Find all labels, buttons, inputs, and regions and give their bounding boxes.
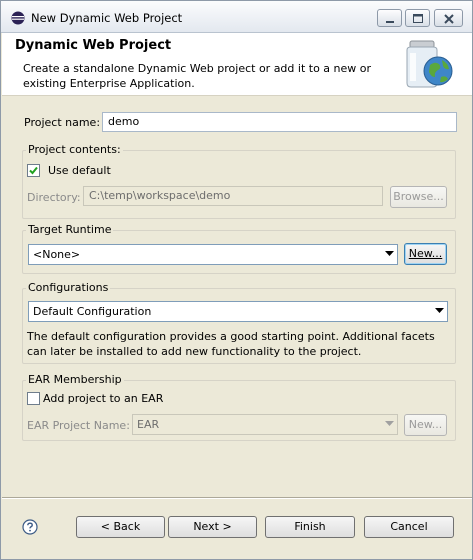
page-description: Create a standalone Dynamic Web project … [23, 62, 372, 90]
use-default-checkbox[interactable] [27, 164, 40, 177]
project-name-label: Project name: [24, 116, 101, 129]
page-title: Dynamic Web Project [15, 38, 172, 53]
new-runtime-button[interactable]: New... [404, 243, 447, 265]
maximize-button[interactable] [405, 9, 430, 27]
new-ear-button[interactable]: New... [404, 414, 447, 436]
window-title: New Dynamic Web Project [31, 11, 183, 25]
add-to-ear-checkbox[interactable] [27, 392, 40, 405]
help-icon[interactable] [22, 519, 38, 535]
add-to-ear-label: Add project to an EAR [43, 392, 164, 405]
footer-separator [2, 497, 472, 499]
project-contents-title: Project contents: [26, 143, 123, 156]
ear-project-name-label: EAR Project Name: [27, 419, 130, 432]
configuration-select[interactable]: Default Configuration [28, 301, 448, 322]
configuration-value: Default Configuration [33, 305, 152, 318]
next-button[interactable]: Next > [168, 516, 257, 538]
title-bar[interactable]: New Dynamic Web Project [1, 1, 472, 33]
finish-button[interactable]: Finish [265, 516, 355, 538]
chevron-down-icon [435, 308, 444, 313]
ear-project-value: EAR [137, 418, 160, 431]
project-name-input[interactable]: demo [102, 112, 457, 132]
maximize-icon [413, 14, 423, 23]
wizard-window: New Dynamic Web Project Dynamic Web Proj… [0, 0, 473, 560]
chevron-down-icon [385, 421, 394, 426]
minimize-icon [386, 21, 394, 23]
web-project-jar-globe-icon [406, 40, 453, 88]
configurations-title: Configurations [26, 281, 111, 294]
finish-label: Finish [294, 520, 326, 533]
directory-input[interactable]: C:\temp\workspace\demo [83, 186, 383, 206]
use-default-label: Use default [48, 164, 111, 177]
back-label: < Back [100, 520, 141, 533]
minimize-button[interactable] [377, 9, 402, 27]
close-icon [444, 14, 454, 24]
close-button[interactable] [434, 9, 463, 27]
next-label: Next > [193, 520, 232, 533]
back-button[interactable]: < Back [76, 516, 165, 538]
eclipse-icon [11, 11, 25, 25]
ear-membership-title: EAR Membership [26, 373, 124, 386]
browse-button[interactable]: Browse... [390, 186, 447, 208]
directory-label: Directory: [27, 191, 81, 204]
cancel-button[interactable]: Cancel [364, 516, 454, 538]
project-contents-group [22, 150, 456, 219]
cancel-label: Cancel [390, 520, 428, 533]
target-runtime-value: <None> [33, 248, 81, 261]
configuration-note: The default configuration provides a goo… [27, 330, 435, 358]
new-runtime-label: New... [408, 247, 443, 260]
chevron-down-icon [385, 251, 394, 256]
checkmark-icon [29, 166, 38, 175]
ear-project-select[interactable]: EAR [132, 414, 398, 435]
target-runtime-select[interactable]: <None> [28, 244, 398, 265]
target-runtime-title: Target Runtime [26, 223, 114, 236]
wizard-banner: Dynamic Web Project Create a standalone … [2, 33, 472, 96]
